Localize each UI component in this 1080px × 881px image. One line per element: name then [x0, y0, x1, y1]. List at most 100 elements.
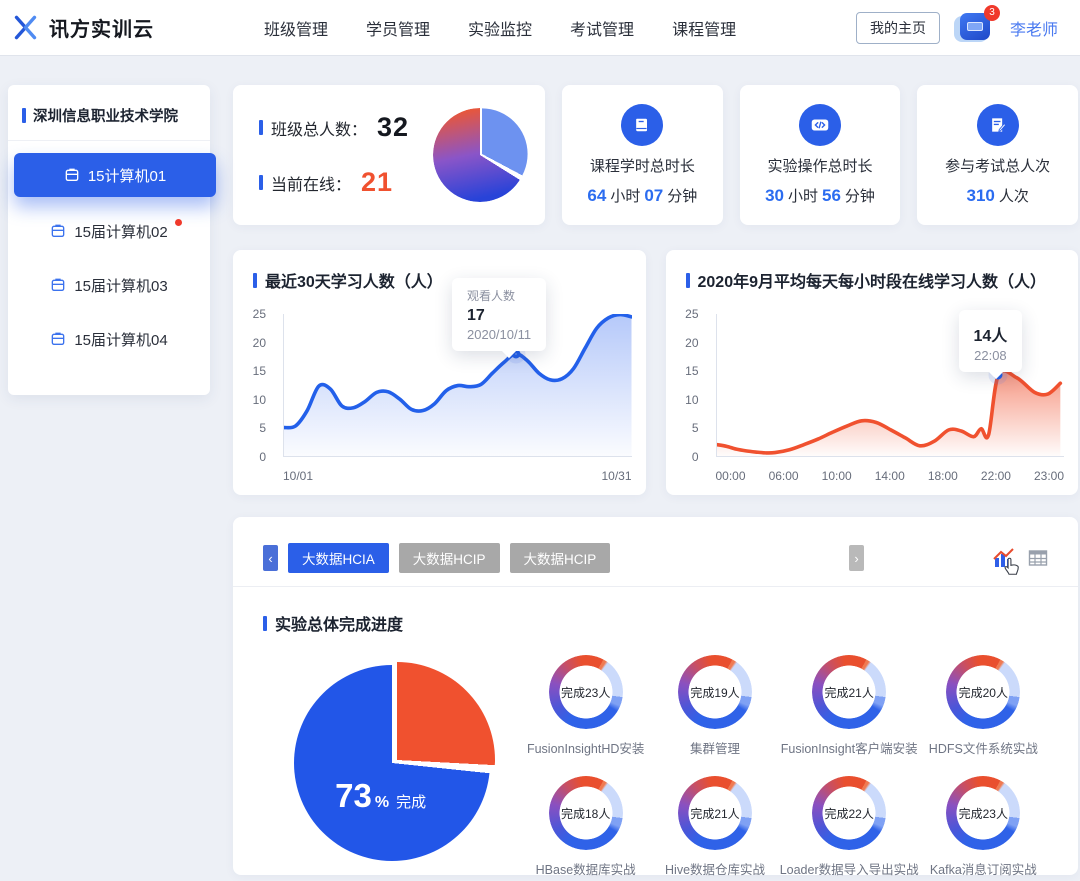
lab-hours-card: 实验操作总时长 30 小时 56 分钟: [740, 85, 901, 225]
stat-value: 30 小时 56 分钟: [765, 185, 875, 206]
title-accent-bar: [22, 108, 26, 123]
avatar[interactable]: 3: [954, 10, 996, 46]
unread-dot: [175, 219, 182, 226]
class-icon: [50, 223, 66, 239]
tab-bigdata-hcip-1[interactable]: 大数据HCIP: [399, 543, 500, 573]
sidebar-item-label: 15计算机01: [88, 165, 166, 186]
donut-ring-chart: 完成22人: [812, 776, 886, 850]
sidebar-item-class-01[interactable]: 15计算机01: [14, 153, 216, 197]
stat-value: 64 小时 07 分钟: [587, 185, 697, 206]
hourly-online-chart-card: 2020年9月平均每天每小时段在线学习人数（人） 2520151050: [666, 250, 1079, 495]
sidebar-item-label: 15届计算机03: [74, 275, 167, 296]
progress-section-title: 实验总体完成进度: [263, 611, 1048, 635]
chart-title-row: 2020年9月平均每天每小时段在线学习人数（人）: [666, 250, 1079, 292]
donut-ring-chart: 完成19人: [678, 655, 752, 729]
school-header: 深圳信息职业技术学院: [8, 85, 210, 141]
overall-progress-pie-chart: 73 % 完成: [294, 665, 490, 861]
chart-title: 2020年9月平均每天每小时段在线学习人数（人）: [698, 268, 1047, 292]
tooltip-value: 14人: [974, 322, 1008, 346]
stats-row: 班级总人数： 32 当前在线： 21: [233, 85, 1078, 225]
nav-experiment-monitor[interactable]: 实验监控: [468, 16, 532, 40]
app-logo: 讯方实训云: [12, 13, 154, 42]
current-user-name[interactable]: 李老师: [1010, 16, 1058, 40]
online-ratio-pie-chart: [433, 108, 527, 202]
donut-hdfs: 完成20人 HDFS文件系统实战: [919, 649, 1048, 757]
stat-title: 参与考试总人次: [945, 155, 1050, 176]
area-fill: [717, 371, 1060, 456]
tooltip-label: 观看人数: [467, 287, 531, 304]
experiment-progress-card: ‹ 大数据HCIA 大数据HCIP 大数据HCIP ›: [233, 517, 1078, 875]
tab-bigdata-hcia[interactable]: 大数据HCIA: [288, 543, 389, 573]
chart-tooltip: 14人 22:08: [959, 310, 1023, 372]
chart-title-row: 最近30天学习人数（人）: [233, 250, 646, 292]
donut-ring-chart: 完成18人: [549, 776, 623, 850]
nav-class-management[interactable]: 班级管理: [264, 16, 328, 40]
nav-student-management[interactable]: 学员管理: [366, 16, 430, 40]
class-icon: [50, 331, 66, 347]
class-total-value: 32: [377, 112, 409, 143]
title-accent-bar: [259, 175, 263, 190]
class-icon: [50, 277, 66, 293]
stat-title: 实验操作总时长: [768, 155, 873, 176]
pie-center-label: 73 % 完成: [335, 777, 426, 815]
donut-cluster-mgmt: 完成19人 集群管理: [650, 649, 779, 757]
tooltip-date: 2020/10/11: [467, 327, 531, 342]
pie-slice-incomplete: [299, 662, 495, 858]
sidebar-item-label: 15届计算机02: [74, 221, 167, 242]
app-title: 讯方实训云: [49, 13, 154, 42]
course-hours-card: 课程学时总时长 64 小时 07 分钟: [562, 85, 723, 225]
y-axis-ticks: 2520151050: [233, 307, 275, 464]
exam-count-card: 参与考试总人次 310 人次: [917, 85, 1078, 225]
table-view-icon[interactable]: [1028, 548, 1048, 568]
mouse-cursor-hand: [1002, 556, 1022, 578]
donut-ring-chart: 完成23人: [946, 776, 1020, 850]
tabs-next-arrow[interactable]: ›: [849, 545, 864, 571]
title-accent-bar: [253, 273, 257, 288]
sidebar: 深圳信息职业技术学院 15计算机01 15届计算机02 15届计算机03 15届…: [8, 85, 210, 395]
sidebar-item-class-03[interactable]: 15届计算机03: [8, 265, 210, 305]
donut-ring-chart: 完成23人: [549, 655, 623, 729]
online-label: 当前在线：: [271, 171, 351, 195]
stat-value: 310 人次: [966, 185, 1028, 206]
sidebar-item-class-04[interactable]: 15届计算机04: [8, 319, 210, 359]
tooltip-value: 17: [467, 307, 531, 325]
exam-icon: [977, 104, 1019, 146]
title-accent-bar: [259, 120, 263, 135]
online-value: 21: [361, 167, 393, 198]
main-nav: 班级管理 学员管理 实验监控 考试管理 课程管理: [264, 16, 736, 40]
tab-bigdata-hcip-2[interactable]: 大数据HCIP: [510, 543, 611, 573]
x-axis-ticks: 10/0110/31: [283, 469, 632, 483]
class-total-label: 班级总人数：: [271, 116, 367, 140]
experiment-donut-grid: 完成23人 FusionInsightHD安装 完成19人 集群管理 完成21人…: [521, 649, 1048, 878]
online-row: 当前在线： 21: [259, 167, 433, 198]
donut-client-install: 完成21人 FusionInsight客户端安装: [780, 649, 919, 757]
tabs-prev-arrow[interactable]: ‹: [263, 545, 278, 571]
donut-fusioninsighthd: 完成23人 FusionInsightHD安装: [521, 649, 650, 757]
donut-hive: 完成21人 Hive数据仓库实战: [650, 770, 779, 878]
donut-ring-chart: 完成21人: [812, 655, 886, 729]
sidebar-item-class-02[interactable]: 15届计算机02: [8, 211, 210, 251]
donut-hbase: 完成18人 HBase数据库实战: [521, 770, 650, 878]
school-name: 深圳信息职业技术学院: [33, 105, 178, 126]
y-axis-ticks: 2520151050: [666, 307, 708, 464]
stat-title: 课程学时总时长: [590, 155, 695, 176]
title-accent-bar: [686, 273, 690, 288]
chart-tooltip: 观看人数 17 2020/10/11: [452, 278, 546, 351]
top-navbar: 讯方实训云 班级管理 学员管理 实验监控 考试管理 课程管理 我的主页 3 李老…: [0, 0, 1080, 55]
my-homepage-button[interactable]: 我的主页: [856, 12, 940, 44]
donut-ring-chart: 完成21人: [678, 776, 752, 850]
nav-exam-management[interactable]: 考试管理: [570, 16, 634, 40]
donut-ring-chart: 完成20人: [946, 655, 1020, 729]
title-accent-bar: [263, 616, 267, 631]
chart-title: 最近30天学习人数（人）: [265, 268, 443, 292]
nav-course-management[interactable]: 课程管理: [672, 16, 736, 40]
charts-row: 最近30天学习人数（人） 2520151050 10: [233, 250, 1078, 495]
course-tabbar: ‹ 大数据HCIA 大数据HCIP 大数据HCIP ›: [233, 543, 1078, 587]
class-icon: [64, 167, 80, 183]
tooltip-time: 22:08: [974, 348, 1008, 363]
x-axis-ticks: 00:0006:0010:0014:0018:0022:0023:00: [716, 469, 1065, 483]
sidebar-item-label: 15届计算机04: [74, 329, 167, 350]
donut-kafka: 完成23人 Kafka消息订阅实战: [919, 770, 1048, 878]
notification-badge[interactable]: 3: [984, 5, 1000, 21]
logo-x-icon: [12, 14, 39, 41]
